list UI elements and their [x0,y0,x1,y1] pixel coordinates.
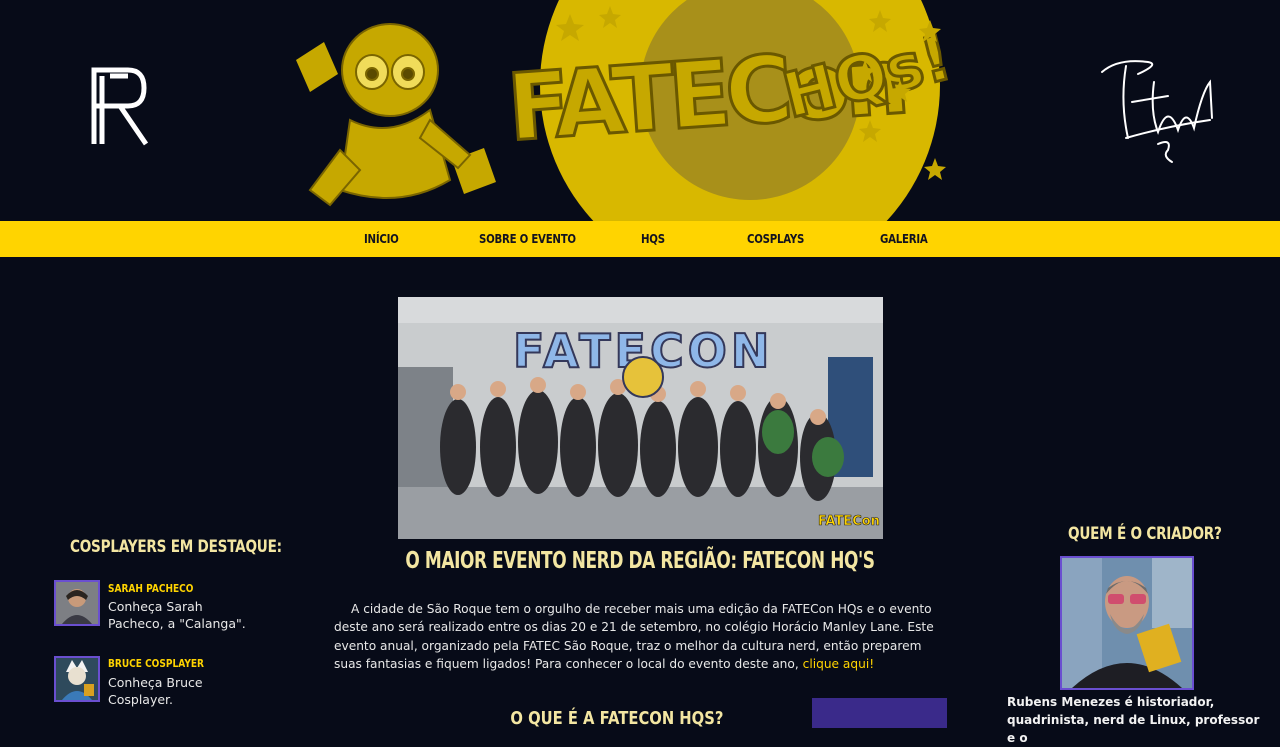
creator-bio: Rubens Menezes é historiador, quadrinist… [1007,695,1260,745]
site-header: FATECon HQs! [0,0,1280,221]
nav-item-cosplays[interactable]: COSPLAYS [747,221,804,257]
cosplayer-desc-sarah: Conheça Sarah Pacheco, a "Calanga". [108,599,246,631]
intro-paragraph: A cidade de São Roque tem o orgulho de r… [334,600,946,673]
nav-item-hqs[interactable]: HQS [641,221,665,257]
creator-photo [1060,556,1194,690]
section-title-about: O QUE É A FATECON HQS? [510,708,724,729]
main-nav: INÍCIO SOBRE O EVENTO HQS COSPLAYS GALER… [0,221,1280,257]
about-thumbnail [812,698,947,728]
cosplayer-name-sarah[interactable]: SARAH PACHECO [108,582,193,595]
hero-group-photo: FATECON FATECon HQs! [398,297,883,539]
nav-item-sobre-o-evento[interactable]: SOBRE O EVENTO [479,221,576,257]
cosplayer-desc-bruce: Conheça Bruce Cosplayer. [108,675,203,707]
signature-logo [1101,60,1213,163]
creator-title: QUEM É O CRIADOR? [1068,524,1222,544]
cosplayer-avatar-bruce[interactable] [54,656,100,702]
fr-monogram-logo[interactable] [88,64,154,148]
cosplayers-title: COSPLAYERS EM DESTAQUE: [70,537,282,557]
cosplayer-name-bruce[interactable]: BRUCE COSPLAYER [108,657,204,670]
fatecon-banner[interactable]: FATECon HQs! [280,0,950,221]
cosplayer-avatar-sarah[interactable] [54,580,100,626]
location-link[interactable]: clique aqui! [803,657,875,671]
page-headline: O MAIOR EVENTO NERD DA REGIÃO: FATECON H… [405,548,875,574]
hero-badge: FATECon HQs! [818,514,883,529]
nav-item-inicio[interactable]: INÍCIO [364,221,399,257]
nav-item-galeria[interactable]: GALERIA [880,221,928,257]
